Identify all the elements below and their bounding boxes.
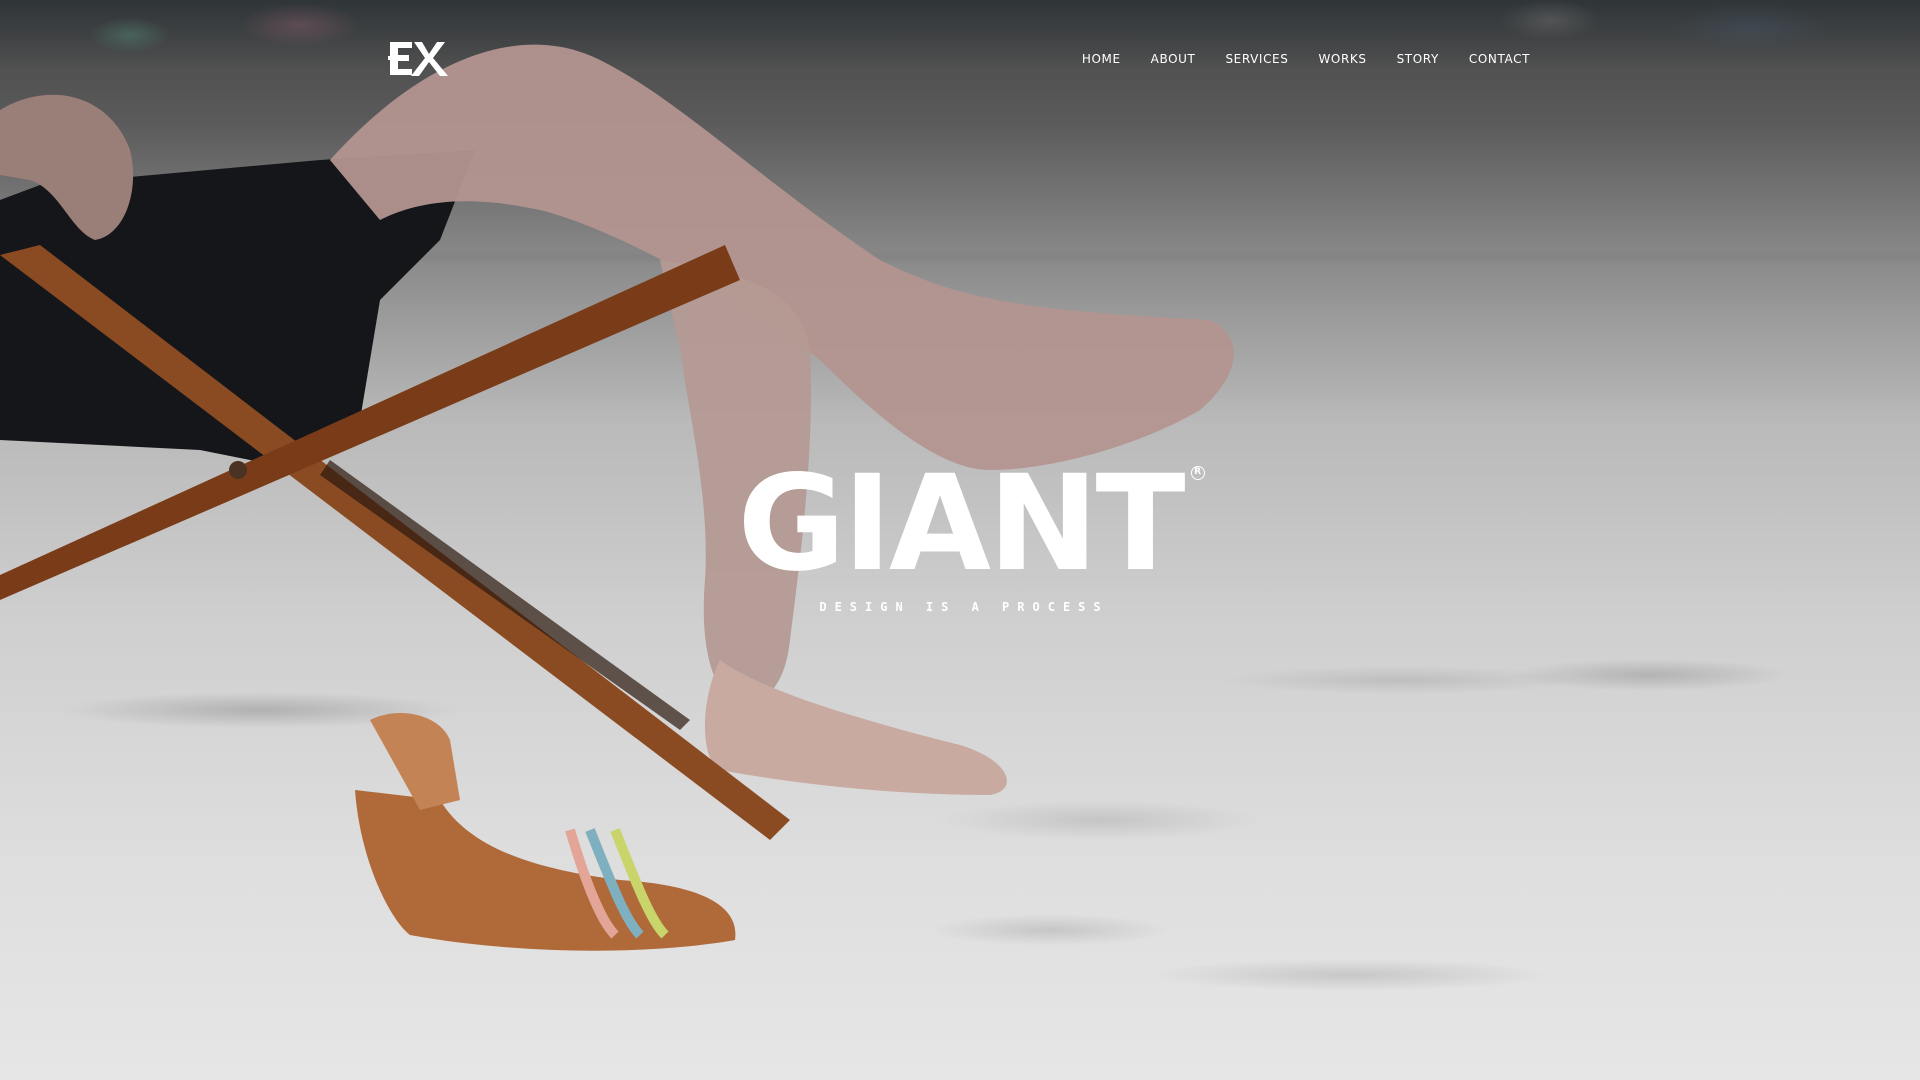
foot-shape — [705, 660, 1007, 795]
hero-title: GIANT R — [737, 458, 1205, 590]
nav-contact-link[interactable]: CONTACT — [1469, 51, 1530, 67]
ex-logo-icon — [388, 42, 448, 76]
nav-home-link[interactable]: HOME — [1082, 51, 1121, 67]
sandal-sole — [355, 790, 736, 951]
nav-services-link[interactable]: SERVICES — [1225, 51, 1288, 67]
nav-works-link[interactable]: WORKS — [1318, 51, 1366, 67]
registered-mark-icon: R — [1190, 466, 1205, 480]
nav-about-link[interactable]: ABOUT — [1151, 51, 1196, 67]
hero-title-text: GIANT — [737, 447, 1185, 601]
brand-logo[interactable] — [388, 38, 450, 80]
hero-title-block: GIANT R DESIGN IS A PROCESS — [0, 458, 1920, 614]
hero-tagline: DESIGN IS A PROCESS — [819, 600, 1109, 614]
main-nav: HOME ABOUT SERVICES WORKS STORY CONTACT — [1052, 51, 1530, 67]
nav-story-link[interactable]: STORY — [1397, 51, 1439, 67]
